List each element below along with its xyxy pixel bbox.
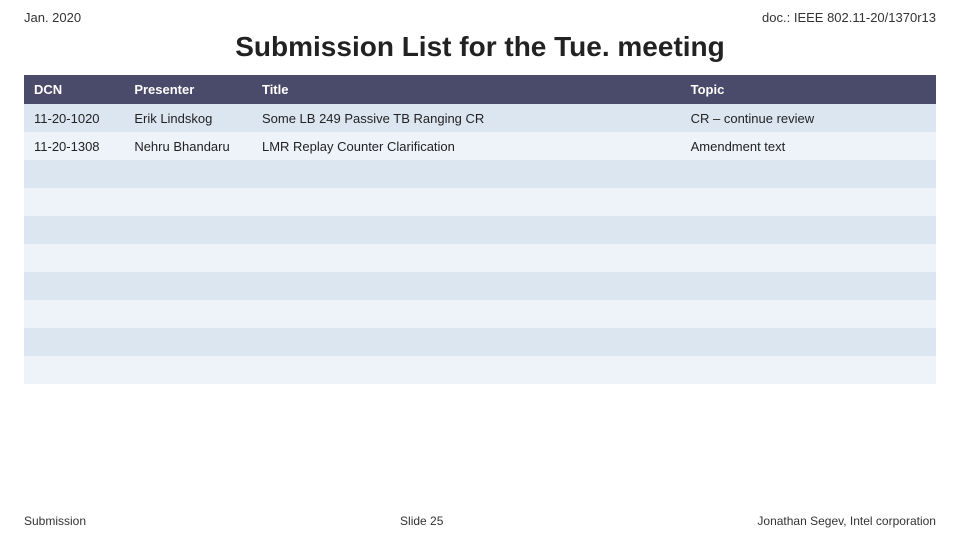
table-cell <box>681 328 936 356</box>
table-cell: LMR Replay Counter Clarification <box>252 132 681 160</box>
table-cell <box>124 244 252 272</box>
table-cell: Amendment text <box>681 132 936 160</box>
table-header-row: DCN Presenter Title Topic <box>24 75 936 104</box>
header-date: Jan. 2020 <box>24 10 81 25</box>
table-cell: Erik Lindskog <box>124 104 252 132</box>
footer: Submission Slide 25 Jonathan Segev, Inte… <box>24 514 936 528</box>
table-wrapper: DCN Presenter Title Topic 11-20-1020Erik… <box>24 75 936 384</box>
table-cell <box>252 328 681 356</box>
table-cell <box>24 272 124 300</box>
page: Jan. 2020 doc.: IEEE 802.11-20/1370r13 S… <box>0 0 960 540</box>
table-cell <box>681 356 936 384</box>
table-cell <box>124 188 252 216</box>
table-cell <box>124 216 252 244</box>
table-cell <box>252 300 681 328</box>
table-row <box>24 216 936 244</box>
table-cell <box>24 328 124 356</box>
table-row: 11-20-1308Nehru BhandaruLMR Replay Count… <box>24 132 936 160</box>
table-row <box>24 188 936 216</box>
table-cell <box>124 328 252 356</box>
table-cell <box>681 244 936 272</box>
table-cell <box>252 356 681 384</box>
footer-center: Slide 25 <box>400 514 443 528</box>
table-cell <box>252 216 681 244</box>
col-header-title: Title <box>252 75 681 104</box>
table-cell: 11-20-1308 <box>24 132 124 160</box>
col-header-topic: Topic <box>681 75 936 104</box>
table-cell <box>681 160 936 188</box>
table-row <box>24 244 936 272</box>
col-header-presenter: Presenter <box>124 75 252 104</box>
submission-table: DCN Presenter Title Topic 11-20-1020Erik… <box>24 75 936 384</box>
table-cell <box>252 244 681 272</box>
footer-left: Submission <box>24 514 86 528</box>
table-cell <box>24 188 124 216</box>
table-row: 11-20-1020Erik LindskogSome LB 249 Passi… <box>24 104 936 132</box>
col-header-dcn: DCN <box>24 75 124 104</box>
table-cell <box>124 272 252 300</box>
table-cell <box>681 216 936 244</box>
table-cell <box>24 300 124 328</box>
table-row <box>24 160 936 188</box>
table-cell <box>24 356 124 384</box>
table-cell: Some LB 249 Passive TB Ranging CR <box>252 104 681 132</box>
header-doc: doc.: IEEE 802.11-20/1370r13 <box>762 10 936 25</box>
table-cell <box>252 272 681 300</box>
table-cell: 11-20-1020 <box>24 104 124 132</box>
table-cell <box>681 300 936 328</box>
table-cell <box>24 244 124 272</box>
table-cell <box>24 160 124 188</box>
table-cell <box>124 160 252 188</box>
table-row <box>24 300 936 328</box>
table-cell <box>681 188 936 216</box>
page-title: Submission List for the Tue. meeting <box>24 31 936 63</box>
table-cell <box>681 272 936 300</box>
table-cell <box>252 160 681 188</box>
footer-right: Jonathan Segev, Intel corporation <box>757 514 936 528</box>
table-cell <box>24 216 124 244</box>
table-cell <box>252 188 681 216</box>
table-row <box>24 328 936 356</box>
table-cell: CR – continue review <box>681 104 936 132</box>
table-cell: Nehru Bhandaru <box>124 132 252 160</box>
table-row <box>24 356 936 384</box>
table-cell <box>124 300 252 328</box>
table-row <box>24 272 936 300</box>
table-cell <box>124 356 252 384</box>
header-bar: Jan. 2020 doc.: IEEE 802.11-20/1370r13 <box>24 10 936 25</box>
